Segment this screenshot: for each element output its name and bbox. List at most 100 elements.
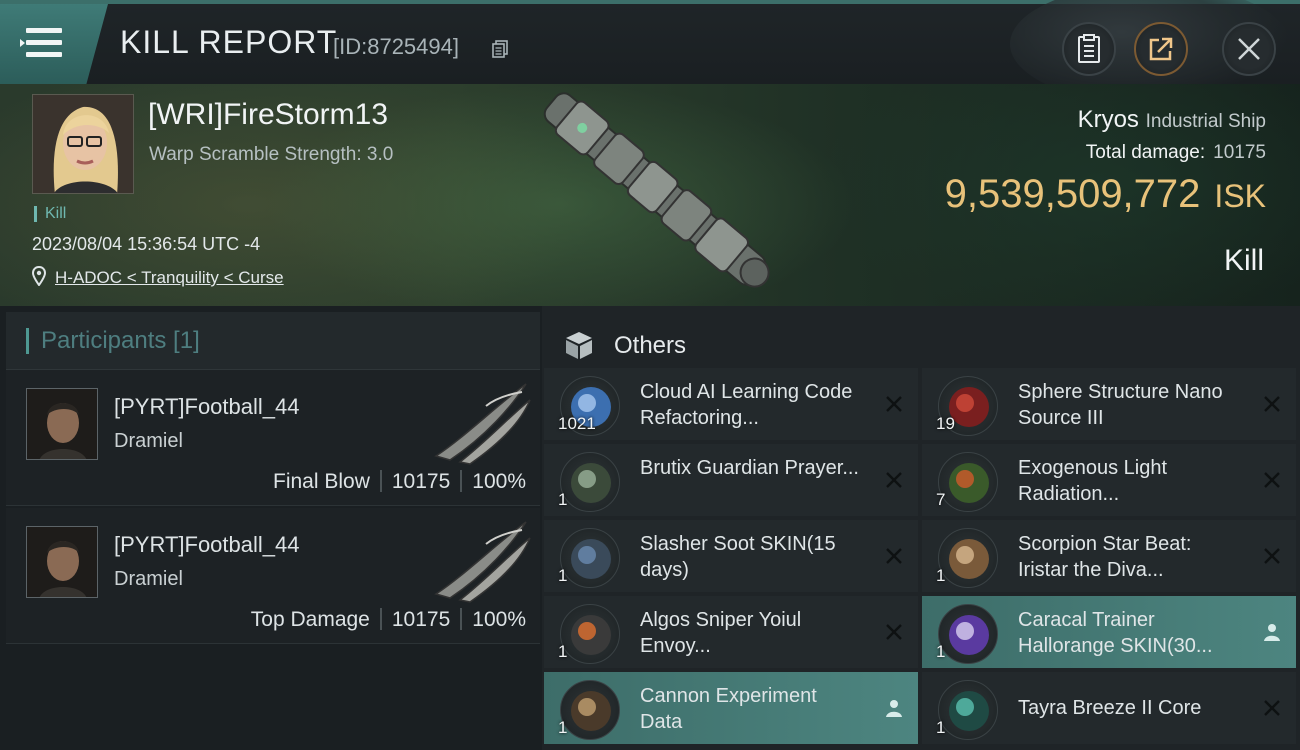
participant-role: Final Blow [273, 470, 370, 493]
dramiel-ship-image [434, 521, 531, 603]
item-icon [560, 680, 620, 740]
location-pin-icon [32, 266, 46, 286]
participants-header[interactable]: Participants [1] [6, 312, 540, 370]
others-item[interactable]: 1 Brutix Guardian Prayer... [544, 444, 918, 516]
dramiel-ship-image [434, 383, 531, 465]
item-name: Slasher Soot SKIN(15 days) [640, 533, 836, 581]
others-title: Others [614, 332, 687, 359]
victim-ship-class: Industrial Ship [1145, 111, 1266, 132]
item-quantity: 1 [558, 490, 568, 509]
share-button[interactable] [1134, 22, 1188, 76]
victim-portrait[interactable] [32, 94, 134, 194]
participant-avatar [26, 388, 98, 460]
participant-stats: Final Blow 10175 100% [273, 470, 526, 494]
isk-amount: 9,539,509,772 [944, 172, 1201, 216]
warp-scramble-strength: Warp Scramble Strength: 3.0 [149, 144, 394, 165]
item-quantity: 7 [936, 490, 946, 509]
victim-ship-name: Kryos [1077, 106, 1139, 133]
kill-datetime: 2023/08/04 15:36:54 UTC -4 [32, 234, 261, 254]
others-item[interactable]: 7 Exogenous Light Radiation... [922, 444, 1296, 516]
participant-role: Top Damage [250, 608, 370, 631]
victim-banner: [WRI]FireStorm13 Warp Scramble Strength:… [0, 84, 1300, 306]
close-icon[interactable] [884, 546, 904, 566]
close-button[interactable] [1222, 22, 1276, 76]
others-item[interactable]: 1 Algos Sniper Yoiul Envoy... [544, 596, 918, 668]
top-bar: KILL REPORT [ID:8725494] [0, 0, 1300, 104]
close-icon [1238, 38, 1260, 60]
others-item[interactable]: 1021 Cloud AI Learning Code Refactoring..… [544, 368, 918, 440]
isk-value: 9,539,509,772 ISK [945, 172, 1266, 217]
participant-portrait-image [27, 389, 97, 459]
participant-stats: Top Damage 10175 100% [251, 608, 526, 632]
victim-ship[interactable]: Kryos Industrial Ship [1078, 106, 1266, 134]
item-icon [560, 528, 620, 588]
item-quantity: 1021 [558, 414, 596, 433]
item-quantity: 1 [558, 566, 568, 585]
participant-row[interactable]: [PYRT]Football_44 Dramiel Final Blow 1017… [6, 370, 540, 506]
participant-ship: Dramiel [114, 430, 183, 452]
result-label: Kill [1223, 244, 1264, 277]
item-icon [560, 604, 620, 664]
report-id: [ID:8725494] [333, 34, 459, 59]
total-damage-label: Total damage: [1085, 142, 1206, 163]
close-icon[interactable] [884, 394, 904, 414]
others-item[interactable]: 1 Caracal Trainer Hallorange SKIN(30... [922, 596, 1296, 668]
person-icon[interactable] [884, 698, 904, 718]
close-icon[interactable] [1262, 546, 1282, 566]
copy-icon[interactable] [492, 40, 508, 58]
kill-location-link[interactable]: H-ADOC < Tranquility < Curse [55, 268, 284, 288]
item-name: Cannon Experiment Data [640, 685, 817, 733]
item-quantity: 19 [936, 414, 955, 433]
item-name: Algos Sniper Yoiul Envoy... [640, 609, 802, 657]
clipboard-button[interactable] [1062, 22, 1116, 76]
page-title: KILL REPORT [120, 24, 338, 60]
total-damage: Total damage: 10175 [1086, 142, 1266, 164]
victim-name[interactable]: [WRI]FireStorm13 [148, 98, 388, 132]
person-icon[interactable] [1262, 622, 1282, 642]
item-icon [938, 680, 998, 740]
participant-row[interactable]: [PYRT]Football_44 Dramiel Top Damage 1017… [6, 508, 540, 644]
share-icon [1149, 37, 1173, 61]
item-icon [938, 604, 998, 664]
participant-name: [PYRT]Football_44 [114, 394, 300, 419]
item-name: Brutix Guardian Prayer... [640, 457, 859, 479]
participant-avatar [26, 526, 98, 598]
close-icon[interactable] [1262, 394, 1282, 414]
participant-name: [PYRT]Football_44 [114, 532, 300, 557]
close-icon[interactable] [1262, 698, 1282, 718]
item-quantity: 1 [936, 642, 946, 661]
close-icon[interactable] [1262, 470, 1282, 490]
item-quantity: 1 [558, 718, 568, 737]
item-quantity: 1 [558, 642, 568, 661]
item-name: Caracal Trainer Hallorange SKIN(30... [1018, 609, 1213, 657]
pilot-portrait-image [33, 95, 133, 193]
item-name: Exogenous Light Radiation... [1018, 457, 1168, 505]
close-icon[interactable] [884, 470, 904, 490]
others-item[interactable]: 1 Scorpion Star Beat: Iristar the Diva... [922, 520, 1296, 592]
item-icon [938, 528, 998, 588]
item-icon [938, 452, 998, 512]
close-icon[interactable] [884, 622, 904, 642]
others-item[interactable]: 19 Sphere Structure Nano Source III [922, 368, 1296, 440]
menu-button[interactable] [0, 4, 108, 84]
item-name: Cloud AI Learning Code Refactoring... [640, 381, 853, 429]
kill-tag: Kill [34, 206, 66, 222]
hamburger-menu-icon [20, 28, 62, 58]
others-item[interactable]: 1 Slasher Soot SKIN(15 days) [544, 520, 918, 592]
others-item[interactable]: 1 Tayra Breeze II Core [922, 672, 1296, 744]
participants-panel: Participants [1] [PYRT]Football_44 Drami… [0, 306, 542, 750]
participants-title: Participants [1] [26, 328, 200, 354]
participant-percent: 100% [472, 470, 526, 493]
participant-damage: 10175 [391, 470, 451, 493]
others-panel: Others 1021 Cloud AI Learning Code Refact… [542, 306, 1300, 750]
isk-unit: ISK [1214, 178, 1266, 214]
item-icon [560, 452, 620, 512]
item-quantity: 1 [936, 566, 946, 585]
item-name: Tayra Breeze II Core [1018, 697, 1202, 719]
participant-damage: 10175 [391, 608, 451, 631]
item-name: Scorpion Star Beat: Iristar the Diva... [1018, 533, 1192, 581]
others-item[interactable]: 1 Cannon Experiment Data [544, 672, 918, 744]
clipboard-icon [1078, 34, 1100, 63]
total-damage-value: 10175 [1213, 142, 1266, 163]
victim-ship-image [543, 92, 770, 288]
